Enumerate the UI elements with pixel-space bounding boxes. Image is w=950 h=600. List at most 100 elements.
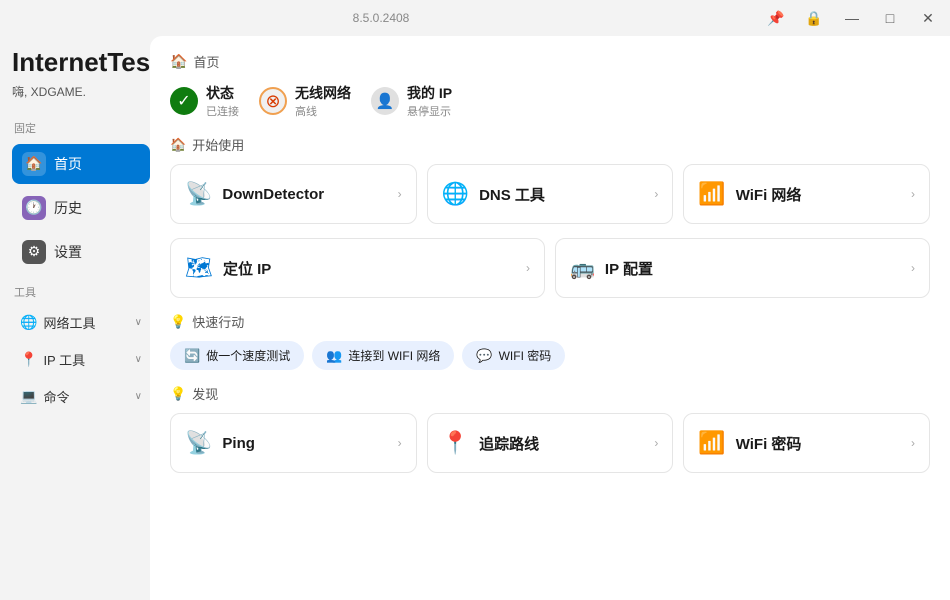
app-title: InternetTest [12, 48, 150, 77]
wifi-title: 无线网络 [295, 83, 351, 103]
discovery-icon: 💡 [170, 386, 186, 402]
wifi-password-quick-button[interactable]: 💬 WIFI 密码 [462, 341, 565, 370]
downdetector-arrow: › [398, 187, 402, 201]
discovery-label: 发现 [192, 384, 218, 403]
sidebar-item-cmd[interactable]: 💻 命令 ∨ [12, 380, 150, 413]
wifi-network-icon: 📶 [698, 181, 725, 207]
breadcrumb: 🏠 首页 [170, 52, 930, 71]
speed-test-button[interactable]: 🔄 做一个速度测试 [170, 341, 304, 370]
tool-wifi-network[interactable]: 📶 WiFi 网络 › [683, 164, 930, 224]
minimize-button[interactable]: — [842, 10, 862, 26]
wifi-password-arrow: › [911, 436, 915, 450]
wifi-password-quick-label: WIFI 密码 [499, 347, 552, 364]
pin-icon[interactable]: 📌 [766, 10, 786, 27]
dns-icon: 🌐 [442, 181, 469, 207]
ip-expand-icon: ∨ [135, 354, 142, 365]
network-expand-icon: ∨ [135, 317, 142, 328]
connected-text: 状态 已连接 [206, 83, 239, 119]
window-controls: 📌 🔒 — □ ✕ [766, 10, 938, 27]
connected-title: 状态 [206, 83, 239, 103]
wifi-password-icon: 📶 [698, 430, 725, 456]
myip-sub: 悬停显示 [407, 103, 452, 119]
quick-actions-heading: 💡 快速行动 [170, 312, 930, 331]
tool-ping[interactable]: 📡 Ping › [170, 413, 417, 473]
tools-section-label: 工具 [14, 284, 150, 300]
traceroute-icon: 📍 [442, 430, 469, 456]
pinned-section-label: 固定 [12, 120, 150, 136]
tool-dns[interactable]: 🌐 DNS 工具 › [427, 164, 674, 224]
traceroute-label: 追踪路线 [479, 433, 644, 454]
main-tools-grid: 📡 DownDetector › 🌐 DNS 工具 › 📶 WiFi 网络 › [170, 164, 930, 224]
ip-label: IP 工具 [43, 350, 85, 369]
greeting: 嗨, XDGAME. [12, 83, 150, 100]
locate-ip-arrow: › [526, 261, 530, 275]
tool-ip-config[interactable]: 🚌 IP 配置 › [555, 238, 930, 298]
sidebar-history-label: 历史 [54, 198, 82, 218]
connect-wifi-button[interactable]: 👥 连接到 WIFI 网络 [312, 341, 454, 370]
wifi-dot: ⊗ [259, 87, 287, 115]
breadcrumb-label: 首页 [193, 52, 219, 71]
cmd-expand-icon: ∨ [135, 391, 142, 402]
locate-ip-icon: 🗺 [185, 255, 213, 281]
connect-wifi-label: 连接到 WIFI 网络 [348, 347, 440, 364]
speed-test-icon: 🔄 [184, 348, 200, 364]
settings-nav-icon: ⚙ [22, 240, 46, 264]
status-connected[interactable]: ✓ 状态 已连接 [170, 83, 239, 119]
wifi-password-label: WiFi 密码 [736, 433, 901, 454]
ping-label: Ping [222, 435, 387, 452]
ping-icon: 📡 [185, 430, 212, 456]
sidebar-item-history[interactable]: 🕐 历史 [12, 188, 150, 228]
ip-config-arrow: › [911, 261, 915, 275]
sidebar-settings-label: 设置 [54, 242, 82, 262]
sidebar-item-ip[interactable]: 📍 IP 工具 ∨ [12, 343, 150, 376]
myip-text: 我的 IP 悬停显示 [407, 83, 452, 119]
sidebar-item-network[interactable]: 🌐 网络工具 ∨ [12, 306, 150, 339]
status-wifi[interactable]: ⊗ 无线网络 高线 [259, 83, 351, 119]
content-area: 🏠 首页 ✓ 状态 已连接 ⊗ 无线网络 高线 👤 [150, 36, 950, 600]
sidebar-home-label: 首页 [54, 154, 82, 174]
close-button[interactable]: ✕ [918, 10, 938, 27]
downdetector-label: DownDetector [222, 186, 387, 203]
tool-traceroute[interactable]: 📍 追踪路线 › [427, 413, 674, 473]
status-myip[interactable]: 👤 我的 IP 悬停显示 [371, 83, 452, 119]
speed-test-label: 做一个速度测试 [206, 347, 290, 364]
myip-title: 我的 IP [407, 83, 452, 103]
discovery-heading: 💡 发现 [170, 384, 930, 403]
network-icon: 🌐 [20, 314, 37, 331]
tool-wifi-password[interactable]: 📶 WiFi 密码 › [683, 413, 930, 473]
cmd-icon: 💻 [20, 388, 37, 405]
tools-heading: 🏠 开始使用 [170, 135, 930, 154]
wifi-network-arrow: › [911, 187, 915, 201]
downdetector-icon: 📡 [185, 181, 212, 207]
home-nav-icon: 🏠 [22, 152, 46, 176]
dns-arrow: › [654, 187, 658, 201]
network-label: 网络工具 [43, 313, 95, 332]
tool-locate-ip[interactable]: 🗺 定位 IP › [170, 238, 545, 298]
sidebar: InternetTest 嗨, XDGAME. 固定 🏠 首页 🕐 历史 ⚙ 设… [0, 36, 150, 600]
ip-config-label: IP 配置 [605, 258, 901, 279]
main-container: InternetTest 嗨, XDGAME. 固定 🏠 首页 🕐 历史 ⚙ 设… [0, 36, 950, 600]
wifi-text: 无线网络 高线 [295, 83, 351, 119]
history-nav-icon: 🕐 [22, 196, 46, 220]
dns-label: DNS 工具 [479, 184, 644, 205]
lock-icon[interactable]: 🔒 [804, 10, 824, 27]
discovery-grid: 📡 Ping › 📍 追踪路线 › 📶 WiFi 密码 › [170, 413, 930, 473]
connected-sub: 已连接 [206, 103, 239, 119]
sidebar-item-home[interactable]: 🏠 首页 [12, 144, 150, 184]
tools-heading-icon: 🏠 [170, 137, 186, 153]
status-row: ✓ 状态 已连接 ⊗ 无线网络 高线 👤 我的 IP 悬停显示 [170, 83, 930, 119]
sidebar-item-settings[interactable]: ⚙ 设置 [12, 232, 150, 272]
cmd-label: 命令 [43, 387, 69, 406]
version-label: 8.5.0.2408 [353, 11, 410, 25]
wifi-network-label: WiFi 网络 [736, 184, 901, 205]
tool-downdetector[interactable]: 📡 DownDetector › [170, 164, 417, 224]
connected-dot: ✓ [170, 87, 198, 115]
quick-actions-row: 🔄 做一个速度测试 👥 连接到 WIFI 网络 💬 WIFI 密码 [170, 341, 930, 370]
quick-actions-label: 快速行动 [192, 312, 244, 331]
secondary-tools-grid: 🗺 定位 IP › 🚌 IP 配置 › [170, 238, 930, 298]
ip-icon: 📍 [20, 351, 37, 368]
tools-heading-label: 开始使用 [192, 135, 244, 154]
titlebar: 8.5.0.2408 📌 🔒 — □ ✕ [0, 0, 950, 36]
ip-config-icon: 🚌 [570, 256, 595, 281]
maximize-button[interactable]: □ [880, 10, 900, 26]
